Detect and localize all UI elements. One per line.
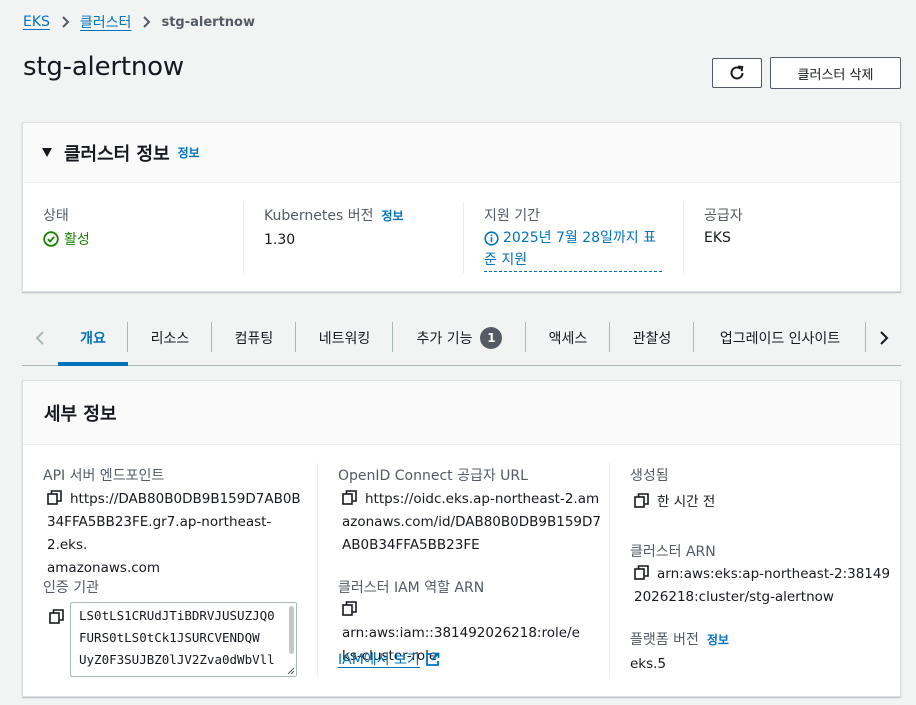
divider bbox=[243, 203, 244, 273]
cluster-info-panel: 클러스터 정보 정보 상태 활성 Kubernetes 버전 정보 1.30 지… bbox=[22, 122, 901, 292]
platform-version-label: 플랫폼 버전 bbox=[630, 632, 699, 648]
details-header: 세부 정보 bbox=[23, 381, 900, 445]
cluster-info-link[interactable]: 정보 bbox=[178, 144, 200, 161]
support-period-value[interactable]: 2025년 7월 28일까지 표 준 지원 bbox=[484, 228, 664, 272]
api-endpoint-label: API 서버 엔드포인트 bbox=[43, 468, 165, 484]
cluster-arn-label: 클러스터 ARN bbox=[630, 544, 716, 560]
k8s-version-info-link[interactable]: 정보 bbox=[381, 207, 403, 224]
breadcrumb-link-eks[interactable]: EKS bbox=[23, 14, 50, 30]
info-circle-icon bbox=[484, 231, 499, 246]
oidc-url-value: https://oidc.eks.ap-northeast-2.am azona… bbox=[342, 488, 602, 557]
tab-label: 추가 기능 bbox=[416, 331, 473, 347]
delete-cluster-button[interactable]: 클러스터 삭제 bbox=[770, 57, 901, 89]
view-in-iam-link[interactable]: IAM에서 보기 bbox=[338, 649, 440, 669]
cluster-arn-line: 2026218:cluster/stg-alertnow bbox=[634, 589, 834, 605]
copy-icon[interactable] bbox=[47, 490, 62, 505]
tab-label: 리소스 bbox=[150, 331, 190, 347]
certificate-line: UyZ0F3SUJBZ0lJV2Zva0dWbVll bbox=[79, 652, 275, 667]
tab-add-ons[interactable]: 추가 기능 1 bbox=[393, 312, 526, 364]
divider bbox=[609, 463, 610, 677]
tab-label: 액세스 bbox=[548, 331, 588, 347]
tab-scroll-right-icon[interactable] bbox=[872, 322, 896, 354]
cluster-info-header[interactable]: 클러스터 정보 정보 bbox=[23, 123, 900, 183]
divider bbox=[463, 203, 464, 273]
k8s-version-value: 1.30 bbox=[264, 232, 296, 248]
status-label: 상태 bbox=[43, 208, 69, 224]
details-title: 세부 정보 bbox=[44, 403, 117, 425]
tab-scroll-left-icon[interactable] bbox=[28, 322, 52, 354]
cluster-info-title: 클러스터 정보 bbox=[64, 143, 170, 165]
copy-icon[interactable] bbox=[634, 493, 649, 508]
tab-label: 업그레이드 인사이트 bbox=[719, 331, 841, 347]
status-value: 활성 bbox=[43, 229, 90, 249]
api-endpoint-line: 34FFA5BB23FE.gr7.ap-northeast-2.eks. bbox=[47, 514, 272, 553]
tab-active-indicator bbox=[58, 362, 128, 366]
refresh-button[interactable] bbox=[712, 58, 762, 88]
cluster-arn-value: arn:aws:eks:ap-northeast-2:38149 2026218… bbox=[634, 563, 894, 609]
platform-version-info-link[interactable]: 정보 bbox=[707, 631, 729, 648]
status-text: 활성 bbox=[64, 232, 90, 248]
k8s-version-label: Kubernetes 버전 bbox=[264, 208, 374, 224]
page-title: stg-alertnow bbox=[23, 52, 184, 82]
breadcrumb-link-clusters[interactable]: 클러스터 bbox=[80, 12, 132, 32]
provider-label: 공급자 bbox=[704, 208, 743, 224]
details-panel: 세부 정보 API 서버 엔드포인트 https://DAB80B0DB9B15… bbox=[22, 380, 901, 697]
tab-upgrade-insights[interactable]: 업그레이드 인사이트 bbox=[694, 312, 866, 364]
certificate-line: LS0tLS1CRUdJTiBDRVJUSUZJQ0 bbox=[79, 608, 275, 623]
copy-icon[interactable] bbox=[342, 601, 357, 616]
tab-divider bbox=[865, 322, 866, 352]
created-value: 한 시간 전 bbox=[634, 491, 715, 514]
external-link-icon bbox=[425, 652, 440, 667]
tab-label: 컴퓨팅 bbox=[234, 331, 274, 347]
copy-icon[interactable] bbox=[49, 609, 64, 628]
tab-resources[interactable]: 리소스 bbox=[128, 312, 212, 364]
platform-version-value: eks.5 bbox=[630, 656, 667, 672]
support-period-line1: 2025년 7월 28일까지 표 bbox=[503, 230, 656, 246]
breadcrumb: EKS 클러스터 stg-alertnow bbox=[23, 12, 255, 32]
k8s-version-label-group: Kubernetes 버전 정보 bbox=[264, 205, 404, 225]
created-label: 생성됨 bbox=[630, 468, 669, 484]
copy-icon[interactable] bbox=[634, 565, 649, 580]
view-in-iam-label: IAM에서 보기 bbox=[338, 652, 420, 668]
certificate-authority-textarea[interactable]: LS0tLS1CRUdJTiBDRVJUSUZJQ0 FURS0tLS0tCk1… bbox=[70, 602, 297, 677]
refresh-icon bbox=[728, 64, 746, 82]
oidc-url-line: azonaws.com/id/DAB80B0DB9B159D7 bbox=[342, 514, 602, 530]
support-period-line2: 준 지원 bbox=[484, 250, 662, 272]
chevron-right-icon bbox=[61, 15, 70, 29]
iam-role-arn-label: 클러스터 IAM 역할 ARN bbox=[338, 580, 485, 596]
iam-role-arn-line: arn:aws:iam::381492026218:role/e bbox=[342, 625, 580, 641]
caret-down-icon bbox=[42, 148, 52, 157]
tab-overview[interactable]: 개요 bbox=[58, 312, 128, 366]
resize-handle-icon[interactable] bbox=[287, 667, 295, 675]
textarea-scrollbar[interactable] bbox=[289, 606, 294, 654]
api-endpoint-value: https://DAB80B0DB9B159D7AB0B 34FFA5BB23F… bbox=[47, 488, 307, 580]
created-text: 한 시간 전 bbox=[657, 494, 716, 510]
tab-bar: 개요 리소스 컴퓨팅 네트워킹 추가 기능 1 액세스 관찰성 업그레이드 인사… bbox=[22, 312, 901, 366]
divider bbox=[683, 203, 684, 273]
add-ons-count-badge: 1 bbox=[480, 327, 503, 349]
tab-label: 관찰성 bbox=[632, 331, 672, 347]
tab-networking[interactable]: 네트워킹 bbox=[296, 312, 393, 364]
divider bbox=[317, 463, 318, 677]
platform-version-label-group: 플랫폼 버전 정보 bbox=[630, 629, 729, 649]
oidc-url-line: https://oidc.eks.ap-northeast-2.am bbox=[365, 491, 600, 507]
breadcrumb-current: stg-alertnow bbox=[161, 14, 255, 30]
tab-label: 개요 bbox=[80, 331, 106, 347]
tab-compute[interactable]: 컴퓨팅 bbox=[212, 312, 296, 364]
tab-observability[interactable]: 관찰성 bbox=[610, 312, 694, 364]
tab-label: 네트워킹 bbox=[318, 331, 371, 347]
certificate-line: FURS0tLS0tCk1JSURCVENDQW bbox=[79, 630, 260, 645]
cluster-arn-line: arn:aws:eks:ap-northeast-2:38149 bbox=[657, 566, 891, 582]
chevron-right-icon bbox=[142, 15, 151, 29]
check-circle-icon bbox=[43, 231, 59, 247]
oidc-url-line: AB0B34FFA5BB23FE bbox=[342, 537, 480, 553]
oidc-url-label: OpenID Connect 공급자 URL bbox=[338, 468, 528, 484]
copy-icon[interactable] bbox=[342, 490, 357, 505]
certificate-authority-label: 인증 기관 bbox=[43, 580, 99, 596]
provider-value: EKS bbox=[704, 230, 731, 246]
support-period-label: 지원 기간 bbox=[484, 208, 540, 224]
tab-access[interactable]: 액세스 bbox=[526, 312, 610, 364]
api-endpoint-line: https://DAB80B0DB9B159D7AB0B bbox=[70, 491, 301, 507]
